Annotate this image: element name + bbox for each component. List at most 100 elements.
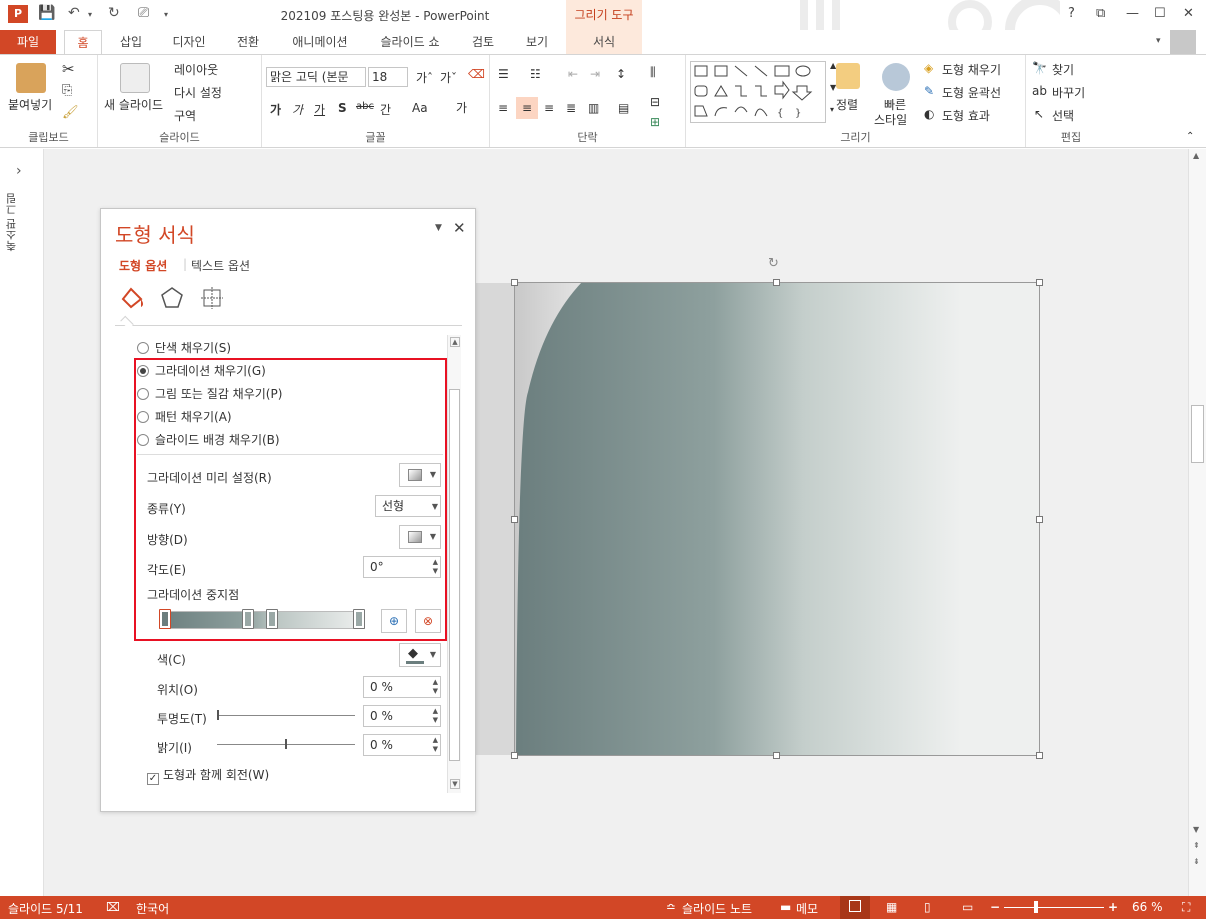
customize-qat-icon[interactable]: ▾ xyxy=(164,10,168,19)
resize-handle-ml[interactable] xyxy=(511,516,518,523)
zoom-in-icon[interactable]: + xyxy=(1108,900,1118,914)
pane-scroll-down-icon[interactable]: ▼ xyxy=(450,779,460,789)
change-case-button[interactable]: Aa xyxy=(412,101,428,115)
reset-button[interactable]: 다시 설정 xyxy=(174,84,222,101)
strikethrough-button[interactable]: abc xyxy=(356,101,374,112)
pane-scroll-up-icon[interactable]: ▲ xyxy=(450,337,460,347)
tab-review[interactable]: 검토 xyxy=(462,30,504,54)
tab-home[interactable]: 홈 xyxy=(64,30,102,54)
grow-font-icon[interactable]: 가ˆ xyxy=(416,69,433,86)
tab-transitions[interactable]: 전환 xyxy=(226,30,270,54)
replace-icon[interactable]: ab xyxy=(1032,84,1047,98)
fill-line-icon[interactable] xyxy=(117,285,147,311)
smartart-icon[interactable]: ⊞ xyxy=(650,115,660,129)
distributed-icon[interactable]: ▥ xyxy=(588,101,599,115)
brightness-spinner[interactable]: 0 % ▲ ▼ xyxy=(363,734,441,756)
effects-icon[interactable] xyxy=(159,285,185,311)
increase-indent-icon[interactable]: ⇥ xyxy=(590,67,600,81)
resize-handle-tr[interactable] xyxy=(1036,279,1043,286)
language-indicator[interactable]: 한국어 xyxy=(136,900,169,917)
resize-handle-bl[interactable] xyxy=(511,752,518,759)
quick-styles-icon[interactable] xyxy=(882,63,910,91)
font-size-combo[interactable]: 18 xyxy=(368,67,408,87)
shrink-font-icon[interactable]: 가ˇ xyxy=(440,69,457,86)
scroll-thumb[interactable] xyxy=(1191,405,1204,463)
tab-view[interactable]: 보기 xyxy=(516,30,558,54)
resize-handle-br[interactable] xyxy=(1036,752,1043,759)
previous-slide-icon[interactable]: ⇞ xyxy=(1193,841,1200,850)
numbering-icon[interactable]: ☷ xyxy=(530,67,541,81)
justify-icon[interactable]: ≣ xyxy=(566,101,576,115)
expand-thumbnails-icon[interactable]: › xyxy=(16,163,22,179)
paste-icon[interactable] xyxy=(16,63,46,93)
align-text-icon[interactable]: ⊟ xyxy=(650,95,660,109)
comments-icon[interactable]: ▬ xyxy=(780,900,791,914)
collapse-ribbon-icon[interactable]: ⌃ xyxy=(1186,131,1194,142)
transparency-spin-arrows-icon[interactable]: ▲ ▼ xyxy=(433,707,438,725)
zoom-slider-thumb[interactable] xyxy=(1034,901,1038,913)
new-slide-icon[interactable] xyxy=(120,63,150,93)
find-button[interactable]: 찾기 xyxy=(1052,61,1074,78)
cut-icon[interactable]: ✂ xyxy=(62,60,75,78)
save-icon[interactable]: 💾 xyxy=(38,5,55,21)
resize-handle-tc[interactable] xyxy=(773,279,780,286)
help-icon[interactable]: ? xyxy=(1068,6,1075,21)
notes-icon[interactable]: ≏ xyxy=(666,900,676,914)
thumbnails-label[interactable]: 축소판 그림 xyxy=(4,193,38,252)
select-button[interactable]: 선택 xyxy=(1052,107,1074,124)
close-icon[interactable]: ✕ xyxy=(1183,6,1194,21)
pane-scroll-thumb[interactable] xyxy=(449,389,460,761)
quick-styles-button-2[interactable]: 스타일 xyxy=(874,111,907,128)
slide-sorter-icon[interactable]: ▦ xyxy=(886,900,897,914)
redo-icon[interactable]: ↻ xyxy=(108,5,120,21)
notes-button[interactable]: 슬라이드 노트 xyxy=(682,900,752,917)
zoom-out-icon[interactable]: − xyxy=(990,900,1000,914)
tab-text-options[interactable]: 텍스트 옵션 xyxy=(191,257,250,274)
resize-handle-mr[interactable] xyxy=(1036,516,1043,523)
arrange-icon[interactable] xyxy=(836,63,860,89)
brightness-spin-arrows-icon[interactable]: ▲ ▼ xyxy=(433,736,438,754)
checkbox-check-icon[interactable]: ✓ xyxy=(147,773,159,785)
font-color-button[interactable]: 가 xyxy=(456,99,467,116)
next-slide-icon[interactable]: ⇟ xyxy=(1193,857,1200,866)
format-painter-icon[interactable]: 🖌 xyxy=(62,105,79,120)
scroll-down-icon[interactable]: ▼ xyxy=(1193,825,1199,834)
user-avatar[interactable] xyxy=(1170,30,1196,54)
char-spacing-button[interactable]: 간 xyxy=(380,101,391,118)
shape-fill-button[interactable]: 도형 채우기 xyxy=(942,61,1001,78)
clear-format-icon[interactable]: ⌫ xyxy=(468,67,485,81)
fit-slide-icon[interactable]: ⛶ xyxy=(1182,900,1190,915)
copy-icon[interactable]: ⎘ xyxy=(62,83,72,98)
zoom-level[interactable]: 66 % xyxy=(1132,900,1163,914)
size-properties-icon[interactable] xyxy=(199,285,225,311)
italic-button[interactable]: 가 xyxy=(292,101,303,118)
slide-counter[interactable]: 슬라이드 5/11 xyxy=(8,900,83,917)
vertical-scrollbar[interactable]: ▲ ▼ ⇞ ⇟ xyxy=(1188,149,1206,896)
tab-insert[interactable]: 삽입 xyxy=(110,30,152,54)
comments-button[interactable]: 메모 xyxy=(796,900,818,917)
normal-view-icon[interactable] xyxy=(840,896,870,919)
select-icon[interactable]: ↖ xyxy=(1034,107,1044,121)
line-spacing-icon[interactable]: ↕ xyxy=(616,67,626,81)
spellcheck-icon[interactable]: ⌧ xyxy=(106,900,120,914)
pane-close-icon[interactable]: ✕ xyxy=(453,219,466,237)
shape-outline-icon[interactable]: ✎ xyxy=(924,84,934,98)
transparency-slider-thumb[interactable] xyxy=(217,710,219,720)
rotate-handle-icon[interactable]: ↻ xyxy=(768,256,779,271)
shape-outline-button[interactable]: 도형 윤곽선 xyxy=(942,84,1001,101)
minimize-icon[interactable]: — xyxy=(1126,6,1139,21)
gallery-more-icon[interactable]: ▾ xyxy=(830,105,834,114)
rotate-with-shape-checkbox[interactable]: ✓ 도형과 함께 회전(W) xyxy=(147,766,269,785)
maximize-icon[interactable]: ☐ xyxy=(1154,6,1166,21)
ribbon-display-options-icon[interactable]: ⧉ xyxy=(1096,6,1105,21)
position-spinner[interactable]: 0 % ▲ ▼ xyxy=(363,676,441,698)
undo-icon[interactable]: ↶ xyxy=(68,5,80,21)
paste-button[interactable]: 붙여넣기 xyxy=(8,96,52,113)
tab-format[interactable]: 서식 xyxy=(566,30,642,54)
bold-button[interactable]: 가 xyxy=(270,101,281,118)
account-dropdown-icon[interactable]: ▾ xyxy=(1156,36,1161,46)
shape-effects-icon[interactable]: ◐ xyxy=(924,107,934,121)
reading-view-icon[interactable]: ▯ xyxy=(924,900,931,914)
section-button[interactable]: 구역 xyxy=(174,107,196,124)
replace-button[interactable]: 바꾸기 xyxy=(1052,84,1085,101)
